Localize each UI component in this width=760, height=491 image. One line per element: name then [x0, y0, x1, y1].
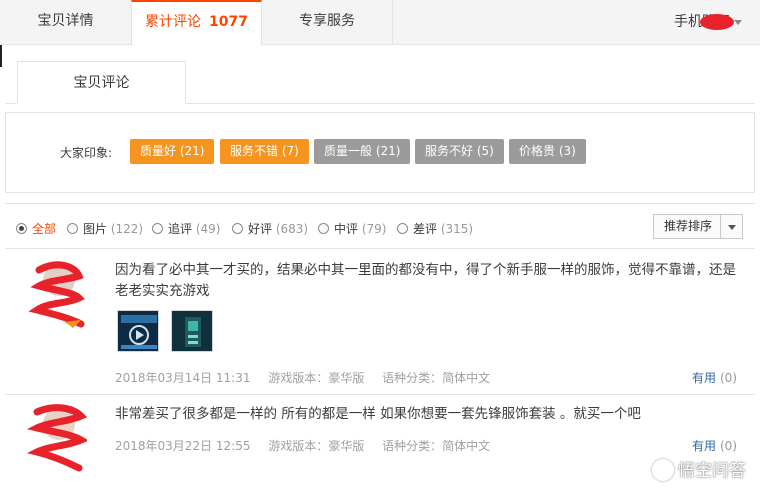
filter-label: 全部: [32, 222, 57, 236]
radio-icon[interactable]: [152, 223, 163, 234]
redaction-mark: [700, 14, 734, 30]
filter-pictures[interactable]: 图片 (122): [67, 220, 143, 237]
review-subtab-row: 宝贝评论: [5, 60, 755, 104]
tab-item-reviews[interactable]: 宝贝评论: [17, 61, 186, 104]
impression-tag[interactable]: 质量一般 (21): [314, 139, 411, 164]
filter-label: 好评: [248, 222, 273, 236]
filter-label: 追评: [168, 222, 193, 236]
review-meta: 2018年03月14日 11:31 游戏版本：豪华版 语种分类：简体中文: [115, 369, 504, 386]
impression-tag[interactable]: 价格贵 (3): [509, 139, 586, 164]
useful-count: (0): [720, 439, 737, 453]
filter-count: (122): [110, 222, 144, 236]
filter-label: 中评: [334, 222, 359, 236]
review-item: 因为看了必中其一才买的，结果必中其一里面的都没有中，得了个新手服一样的服饰，觉得…: [5, 250, 755, 395]
filter-count: (79): [361, 222, 387, 236]
filter-label: 图片: [83, 222, 108, 236]
useful-label: 有用: [691, 439, 716, 453]
avatar: [27, 404, 87, 472]
video-play-icon: [118, 311, 158, 351]
useful-button[interactable]: 有用 (0): [692, 437, 737, 454]
radio-icon[interactable]: [397, 223, 408, 234]
useful-button[interactable]: 有用 (0): [692, 369, 737, 386]
review-text: 非常差买了很多都是一样的 所有的都是一样 如果你想要一套先锋服饰套装 。就买一个…: [115, 406, 641, 422]
review-photo-thumbnail[interactable]: [117, 310, 159, 352]
impression-tag[interactable]: 服务不错 (7): [220, 139, 309, 164]
watermark-logo-icon: [652, 459, 674, 481]
filter-neutral[interactable]: 中评 (79): [318, 220, 386, 237]
impression-tag[interactable]: 质量好 (21): [130, 139, 215, 164]
impressions-panel: 大家印象: 质量好 (21) 服务不错 (7) 质量一般 (21) 服务不好 (…: [5, 112, 755, 193]
filter-count: (49): [195, 222, 221, 236]
tab-reviews-label: 累计评论: [145, 14, 202, 30]
filter-label: 差评: [413, 222, 438, 236]
review-text: 因为看了必中其一才买的，结果必中其一里面的都没有中，得了个新手服一样的服饰，觉得…: [115, 262, 736, 299]
review-item: 非常差买了很多都是一样的 所有的都是一样 如果你想要一套先锋服饰套装 。就买一个…: [5, 396, 755, 472]
review-game-version: 游戏版本：豪华版: [268, 371, 365, 385]
review-language: 语种分类：简体中文: [382, 371, 491, 385]
sort-label: 推荐排序: [664, 219, 713, 233]
radio-icon[interactable]: [67, 223, 78, 234]
left-edge-rule: [0, 45, 2, 67]
avatar: [28, 261, 85, 328]
filter-all[interactable]: 全部: [16, 220, 56, 237]
game-screenshot-image: [172, 311, 212, 351]
sort-dropdown-button[interactable]: 推荐排序: [653, 214, 743, 239]
filter-count: (315): [440, 222, 474, 236]
review-meta: 2018年03月22日 12:55 游戏版本：豪华版 语种分类：简体中文: [115, 437, 504, 454]
filter-positive[interactable]: 好评 (683): [232, 220, 308, 237]
top-tab-bar: 宝贝详情 累计评论1077 专享服务 手机购买: [0, 0, 760, 46]
tab-item-details[interactable]: 宝贝详情: [0, 0, 131, 45]
watermark: 悟空问答: [652, 456, 746, 481]
divider: [720, 215, 721, 238]
review-date: 2018年03月14日 11:31: [115, 371, 251, 385]
review-game-version: 游戏版本：豪华版: [268, 439, 365, 453]
tab-exclusive-service[interactable]: 专享服务: [262, 0, 393, 45]
useful-label: 有用: [691, 371, 716, 385]
chevron-down-icon: [728, 225, 736, 230]
chevron-down-icon: [734, 19, 742, 25]
radio-icon[interactable]: [318, 223, 329, 234]
radio-icon[interactable]: [232, 223, 243, 234]
review-filter-bar: 全部 图片 (122) 追评 (49) 好评 (683) 中评 (79) 差评 …: [5, 203, 755, 249]
impressions-label: 大家印象:: [60, 146, 113, 160]
filter-negative[interactable]: 差评 (315): [397, 220, 473, 237]
filter-count: (683): [275, 222, 309, 236]
tab-reviews[interactable]: 累计评论 1077: [131, 0, 262, 46]
review-language: 语种分类：简体中文: [382, 439, 491, 453]
impression-tag[interactable]: 服务不好 (5): [415, 139, 504, 164]
useful-count: (0): [720, 371, 737, 385]
radio-icon[interactable]: [16, 223, 27, 234]
filter-followup[interactable]: 追评 (49): [152, 220, 220, 237]
tab-reviews-count: 1077: [209, 14, 248, 30]
review-date: 2018年03月22日 12:55: [115, 439, 251, 453]
watermark-text: 悟空问答: [678, 461, 746, 481]
review-photo-thumbnail[interactable]: [171, 310, 213, 352]
